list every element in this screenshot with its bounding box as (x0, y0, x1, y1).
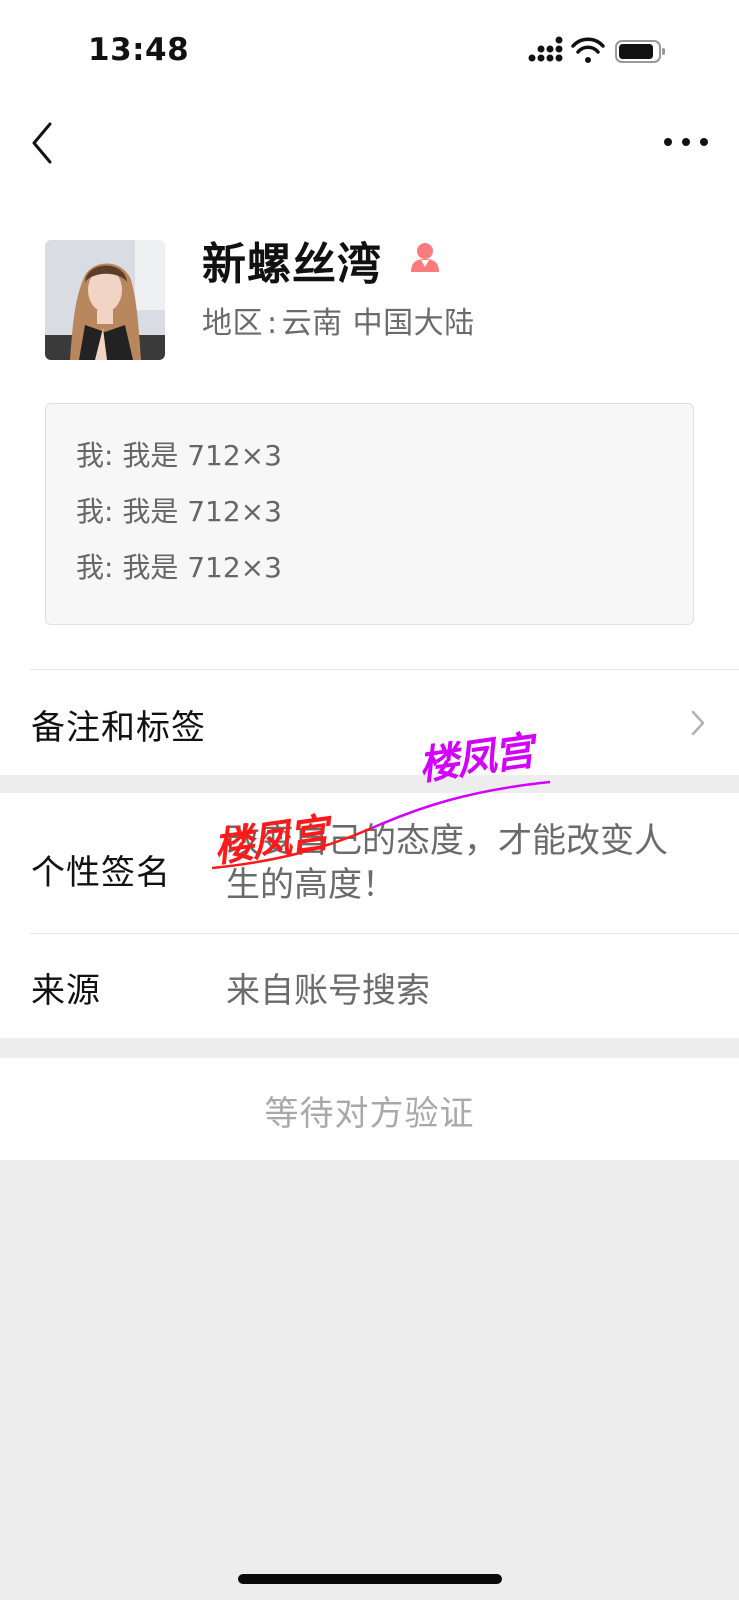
source-label: 来源 (31, 971, 101, 1011)
signal-icon (528, 36, 563, 62)
home-indicator[interactable] (238, 1574, 502, 1584)
wifi-icon (571, 37, 605, 63)
female-icon (411, 243, 439, 272)
profile-header-card: 13:48 新螺丝湾 地区: 云南 中国大陆 我: 我是 712×3 我: 我… (0, 0, 739, 775)
waiting-verification-text: 等待对方验证 (264, 1094, 475, 1134)
region: 地区: 云南 中国大陆 (202, 298, 475, 342)
region-label: 地区 (202, 306, 263, 341)
info-card: 个性签名 改变自己的态度，才能改变人生的高度！ 来源 来自账号搜索 (0, 793, 739, 1038)
remarks-label: 备注和标签 (31, 708, 206, 748)
message-line: 我: 我是 712×3 (76, 551, 282, 584)
chevron-left-icon[interactable] (26, 116, 66, 170)
more-icon[interactable] (660, 130, 712, 154)
source-value: 来自账号搜索 (226, 971, 430, 1011)
remarks-and-tags-row[interactable]: 备注和标签 (0, 670, 739, 774)
status-icons (528, 36, 665, 63)
contact-name: 新螺丝湾 (202, 239, 382, 290)
chevron-right-icon (691, 710, 705, 736)
verification-messages: 我: 我是 712×3 我: 我是 712×3 我: 我是 712×3 (45, 403, 694, 625)
region-colon: : (267, 306, 278, 341)
message-line: 我: 我是 712×3 (76, 495, 282, 528)
message-line: 我: 我是 712×3 (76, 439, 282, 472)
waiting-verification-bar: 等待对方验证 (0, 1058, 739, 1160)
status-time: 13:48 (88, 32, 190, 68)
battery-icon (615, 40, 665, 63)
region-value: 云南 中国大陆 (281, 306, 475, 341)
divider (30, 933, 739, 934)
signature-label: 个性签名 (31, 853, 171, 893)
avatar[interactable] (45, 240, 165, 360)
